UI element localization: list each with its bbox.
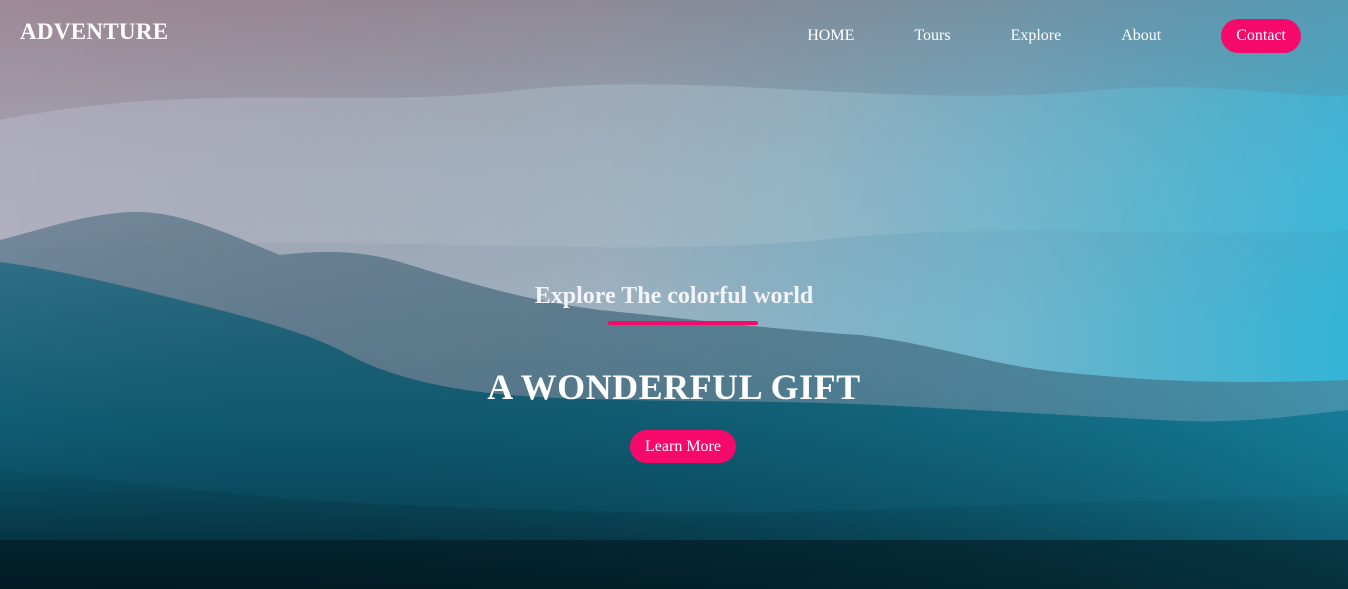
nav-item-tours[interactable]: Tours <box>914 19 950 53</box>
contact-button[interactable]: Contact <box>1221 19 1301 53</box>
nav-links: HOME Tours Explore About Contact <box>807 19 1301 53</box>
learn-more-button[interactable]: Learn More <box>630 430 736 463</box>
brand-logo[interactable]: ADVENTURE <box>20 19 168 45</box>
hero-headline: A WONDERFUL GIFT <box>487 367 861 407</box>
top-navbar: ADVENTURE HOME Tours Explore About Conta… <box>0 0 1348 70</box>
nav-item-about[interactable]: About <box>1121 19 1161 53</box>
nav-item-explore[interactable]: Explore <box>1011 19 1062 53</box>
tagline-underline <box>608 321 758 325</box>
nav-item-home[interactable]: HOME <box>807 19 854 53</box>
hero-tagline: Explore The colorful world <box>534 283 814 309</box>
hero-section: ADVENTURE HOME Tours Explore About Conta… <box>0 0 1348 589</box>
